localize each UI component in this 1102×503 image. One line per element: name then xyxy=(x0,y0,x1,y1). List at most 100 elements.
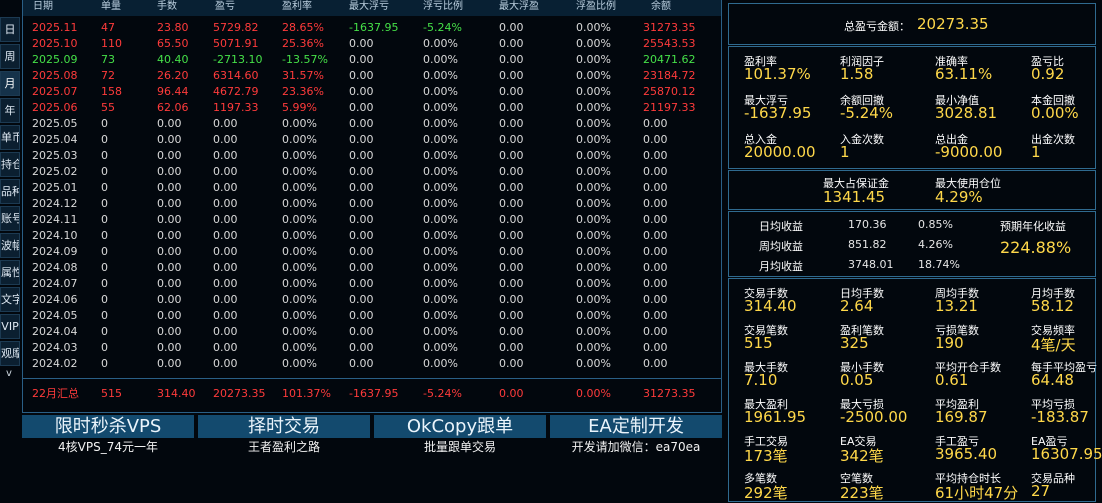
chevron-down-icon[interactable]: v xyxy=(0,368,18,382)
column-header[interactable]: 盈利率 xyxy=(282,0,312,14)
column-header[interactable]: 日期 xyxy=(33,0,53,14)
table-cell: 25543.53 xyxy=(643,37,696,50)
side-tab-12[interactable]: 观摩 xyxy=(0,341,20,366)
promo-button[interactable]: OkCopy跟单 xyxy=(374,415,546,438)
table-cell: 0.00 xyxy=(349,101,374,114)
side-tab-0[interactable]: 日 xyxy=(0,17,20,42)
stat-value: -9000.00 xyxy=(935,143,1003,161)
table-cell: 0.00 xyxy=(157,309,182,322)
table-cell: 0 xyxy=(101,261,108,274)
table-cell: 0.00% xyxy=(282,277,317,290)
table-row[interactable]: 2025.05 0 0.00 0.00 0.00% 0.00 0.00% 0.00 0.00% 0… xyxy=(23,116,721,132)
promo-button[interactable]: 限时秒杀VPS xyxy=(22,415,194,438)
return-amount: 851.82 xyxy=(848,238,887,251)
side-tab-11[interactable]: VIP xyxy=(0,314,20,339)
table-row[interactable]: 2025.06 55 62.06 1197.33 5.99% 0.00 0.00% 0.00 0… xyxy=(23,100,721,116)
column-header[interactable]: 最大浮亏 xyxy=(349,0,389,14)
column-header[interactable]: 浮亏比例 xyxy=(423,0,463,14)
table-cell: 2024.11 xyxy=(32,213,78,226)
table-row[interactable]: 2025.11 47 23.80 5729.82 28.65% -1637.95 -5.24… xyxy=(23,20,721,36)
column-header[interactable]: 浮盈比例 xyxy=(576,0,616,14)
table-cell: 0 xyxy=(101,357,108,370)
table-row[interactable]: 2025.01 0 0.00 0.00 0.00% 0.00 0.00% 0.00 0.00% 0… xyxy=(23,180,721,196)
table-cell: 2025.01 xyxy=(32,181,78,194)
table-cell: 0.00% xyxy=(423,293,458,306)
table-cell: 0.00% xyxy=(423,341,458,354)
table-row[interactable]: 2024.10 0 0.00 0.00 0.00% 0.00 0.00% 0.00 0.00% 0… xyxy=(23,228,721,244)
table-cell: 0.00 xyxy=(157,245,182,258)
column-header[interactable]: 余额 xyxy=(651,0,671,14)
column-header[interactable]: 最大浮盈 xyxy=(499,0,539,14)
side-tab-4[interactable]: 单币 xyxy=(0,125,20,150)
table-cell: 0.00 xyxy=(349,181,374,194)
table-cell: 0.00 xyxy=(213,261,238,274)
table-cell: 0.00 xyxy=(349,133,374,146)
side-tab-10[interactable]: 文字 xyxy=(0,287,20,312)
table-cell: 0.00% xyxy=(423,165,458,178)
table-row[interactable]: 2024.02 0 0.00 0.00 0.00% 0.00 0.00% 0.00 0.00% 0… xyxy=(23,356,721,372)
table-cell: 0.00% xyxy=(576,181,611,194)
promo-button[interactable]: 择时交易 xyxy=(198,415,370,438)
side-tab-3[interactable]: 年 xyxy=(0,98,20,123)
table-row[interactable]: 2024.12 0 0.00 0.00 0.00% 0.00 0.00% 0.00 0.00% 0… xyxy=(23,196,721,212)
table-cell: 0.00% xyxy=(576,309,611,322)
table-cell: 2024.05 xyxy=(32,309,78,322)
side-tab-5[interactable]: 持仓 xyxy=(0,152,20,177)
stat-value: 3028.81 xyxy=(935,104,998,122)
table-cell: 2025.06 xyxy=(32,101,78,114)
monthly-table: 日期 单量 手数 盈亏 盈利率 最大浮亏 浮亏比例 最大浮盈 浮盈比例 余额 2025.11 47 2… xyxy=(22,0,722,413)
table-row[interactable]: 2025.04 0 0.00 0.00 0.00% 0.00 0.00% 0.00 0.00% 0… xyxy=(23,132,721,148)
side-tab-1[interactable]: 周 xyxy=(0,44,20,69)
column-header[interactable]: 手数 xyxy=(157,0,177,14)
table-row[interactable]: 2024.03 0 0.00 0.00 0.00% 0.00 0.00% 0.00 0.00% 0… xyxy=(23,340,721,356)
promo-button[interactable]: EA定制开发 xyxy=(550,415,722,438)
table-cell: 110 xyxy=(101,37,122,50)
table-cell: 0.00 xyxy=(349,117,374,130)
table-cell: 0.00% xyxy=(576,277,611,290)
table-cell: 0.00 xyxy=(213,245,238,258)
table-cell: 0.00% xyxy=(576,101,611,114)
side-tab-6[interactable]: 品种 xyxy=(0,179,20,204)
table-row[interactable]: 2024.07 0 0.00 0.00 0.00% 0.00 0.00% 0.00 0.00% 0… xyxy=(23,276,721,292)
table-row[interactable]: 2025.03 0 0.00 0.00 0.00% 0.00 0.00% 0.00 0.00% 0… xyxy=(23,148,721,164)
side-tab-8[interactable]: 波幅 xyxy=(0,233,20,258)
return-label: 周均收益 xyxy=(759,240,803,253)
table-cell: 31273.35 xyxy=(643,21,696,34)
table-row[interactable]: 2025.10 110 65.50 5071.91 25.36% 0.00 0.00% 0.0… xyxy=(23,36,721,52)
table-cell: 0.00 xyxy=(213,117,238,130)
table-cell: 0 xyxy=(101,277,108,290)
table-cell: 0.00% xyxy=(576,213,611,226)
table-cell: 0.00 xyxy=(499,357,524,370)
table-row[interactable]: 2024.09 0 0.00 0.00 0.00% 0.00 0.00% 0.00 0.00% 0… xyxy=(23,244,721,260)
table-cell: 0 xyxy=(101,341,108,354)
side-tab-9[interactable]: 属性 xyxy=(0,260,20,285)
table-cell: 0.00 xyxy=(213,133,238,146)
table-row[interactable]: 2024.06 0 0.00 0.00 0.00% 0.00 0.00% 0.00 0.00% 0… xyxy=(23,292,721,308)
table-row[interactable]: 2025.08 72 26.20 6314.60 31.57% 0.00 0.00% 0.00… xyxy=(23,68,721,84)
table-row[interactable]: 2025.07 158 96.44 4672.79 23.36% 0.00 0.00% 0.0… xyxy=(23,84,721,100)
table-row[interactable]: 2024.04 0 0.00 0.00 0.00% 0.00 0.00% 0.00 0.00% 0… xyxy=(23,324,721,340)
column-header[interactable]: 单量 xyxy=(101,0,121,14)
table-cell: 0.00 xyxy=(499,293,524,306)
column-header[interactable]: 盈亏 xyxy=(215,0,235,14)
stat-value: 0.05 xyxy=(840,371,874,389)
stat-value: 2.64 xyxy=(840,297,874,315)
table-row[interactable]: 2024.05 0 0.00 0.00 0.00% 0.00 0.00% 0.00 0.00% 0… xyxy=(23,308,721,324)
table-cell: 2024.04 xyxy=(32,325,78,338)
table-cell: 0.00 xyxy=(213,277,238,290)
table-cell: 55 xyxy=(101,101,115,114)
side-tab-7[interactable]: 账号 xyxy=(0,206,20,231)
table-row[interactable]: 2025.02 0 0.00 0.00 0.00% 0.00 0.00% 0.00 0.00% 0… xyxy=(23,164,721,180)
table-header: 日期 单量 手数 盈亏 盈利率 最大浮亏 浮亏比例 最大浮盈 浮盈比例 余额 xyxy=(23,0,721,16)
table-row[interactable]: 2025.09 73 40.40 -2713.10 -13.57% 0.00 0.00% 0.… xyxy=(23,52,721,68)
stat-value: 64.48 xyxy=(1031,371,1074,389)
side-tab-2[interactable]: 月 xyxy=(0,71,20,96)
table-cell: 0.00% xyxy=(423,117,458,130)
table-cell: 0.00 xyxy=(643,309,668,322)
table-cell: 0.00 xyxy=(499,213,524,226)
table-cell: 5.99% xyxy=(282,101,317,114)
table-cell: 0.00 xyxy=(643,293,668,306)
table-row[interactable]: 2024.11 0 0.00 0.00 0.00% 0.00 0.00% 0.00 0.00% 0… xyxy=(23,212,721,228)
table-row[interactable]: 2024.08 0 0.00 0.00 0.00% 0.00 0.00% 0.00 0.00% 0… xyxy=(23,260,721,276)
summary-cell: 20273.35 xyxy=(213,387,266,400)
